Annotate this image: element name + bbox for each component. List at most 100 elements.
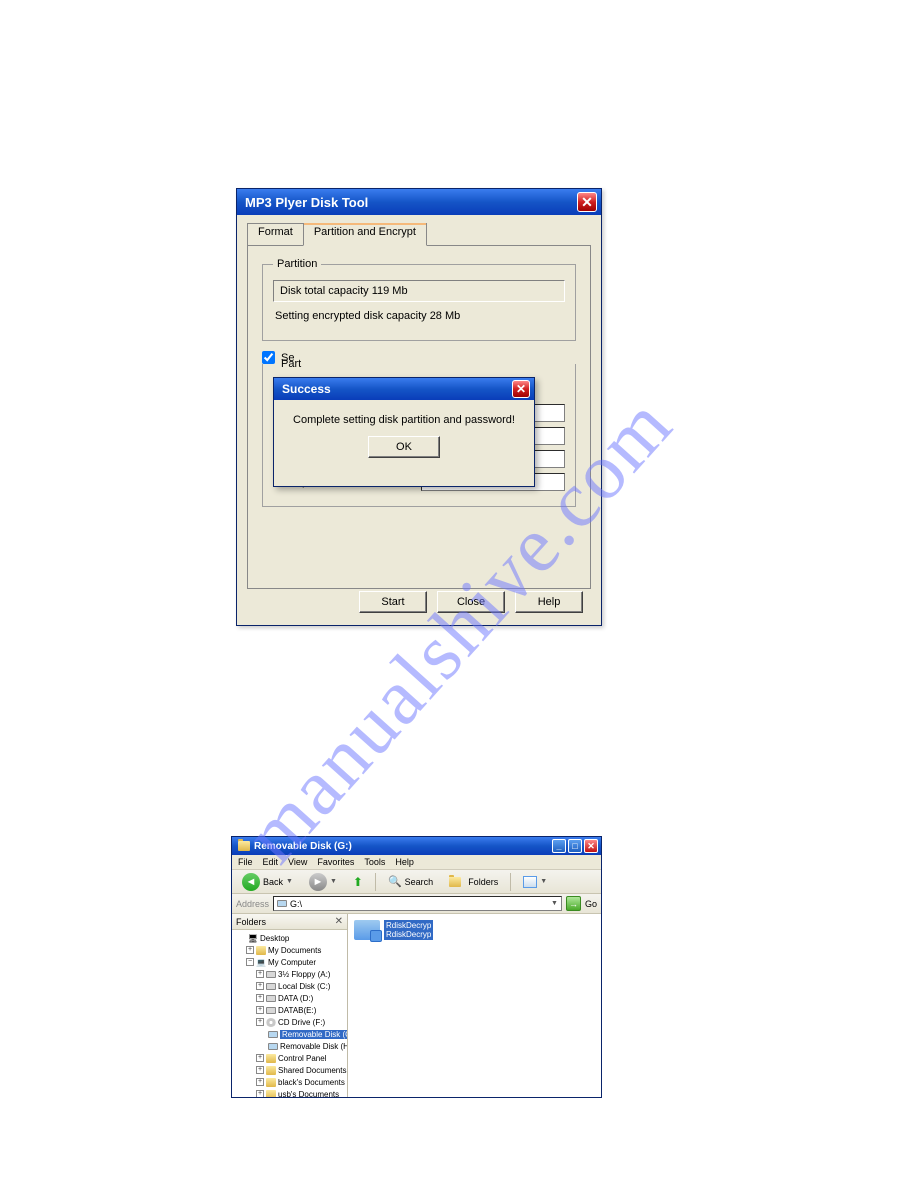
expand-icon[interactable]: + bbox=[256, 1054, 264, 1062]
help-button[interactable]: Help bbox=[515, 591, 583, 613]
menu-favorites[interactable]: Favorites bbox=[317, 857, 354, 867]
folders-button[interactable]: Folders bbox=[443, 874, 504, 890]
tree-remg[interactable]: Removable Disk (G:) bbox=[234, 1028, 345, 1040]
close-icon[interactable]: ✕ bbox=[335, 916, 343, 927]
address-bar: Address G:\ ▼ → Go bbox=[232, 894, 601, 914]
folders-panel-header: Folders ✕ bbox=[232, 914, 347, 930]
back-button[interactable]: ◄ Back ▼ bbox=[236, 870, 299, 894]
tree-cdf[interactable]: +CD Drive (F:) bbox=[234, 1016, 345, 1028]
menu-tools[interactable]: Tools bbox=[364, 857, 385, 867]
disk-tool-titlebar[interactable]: MP3 Plyer Disk Tool ✕ bbox=[237, 189, 601, 215]
chevron-down-icon: ▼ bbox=[286, 878, 293, 885]
start-button[interactable]: Start bbox=[359, 591, 427, 613]
address-value: G:\ bbox=[290, 899, 302, 909]
drive-icon bbox=[266, 995, 276, 1002]
tree-blacks[interactable]: +black's Documents bbox=[234, 1076, 345, 1088]
tab-partition-encrypt[interactable]: Partition and Encrypt bbox=[303, 223, 427, 246]
encrypted-capacity: Setting encrypted disk capacity 28 Mb bbox=[273, 306, 565, 326]
collapse-icon[interactable]: − bbox=[246, 958, 254, 966]
menu-bar: File Edit View Favorites Tools Help bbox=[232, 855, 601, 870]
folder-tree[interactable]: 🖥Desktop +My Documents −💻My Computer +3½… bbox=[232, 930, 347, 1097]
views-button[interactable]: ▼ bbox=[517, 873, 553, 891]
folder-icon bbox=[266, 1078, 276, 1087]
explorer-titlebar[interactable]: Removable Disk (G:) _ □ ✕ bbox=[232, 837, 601, 855]
tab-format[interactable]: Format bbox=[247, 223, 304, 245]
expand-icon[interactable]: + bbox=[256, 1018, 264, 1026]
up-button[interactable]: ⬆ bbox=[347, 872, 369, 892]
tree-mycomp[interactable]: −💻My Computer bbox=[234, 956, 345, 968]
folder-icon bbox=[238, 841, 250, 851]
disk-tool-title: MP3 Plyer Disk Tool bbox=[245, 195, 368, 210]
tree-cpanel[interactable]: +Control Panel bbox=[234, 1052, 345, 1064]
search-button[interactable]: 🔍 Search bbox=[382, 872, 439, 891]
removable-drive-icon bbox=[268, 1031, 278, 1038]
toolbar: ◄ Back ▼ ► ▼ ⬆ 🔍 Search Folders ▼ bbox=[232, 870, 601, 894]
address-field[interactable]: G:\ ▼ bbox=[273, 896, 562, 911]
tree-remh[interactable]: Removable Disk (H:) bbox=[234, 1040, 345, 1052]
cd-icon bbox=[266, 1018, 276, 1027]
menu-file[interactable]: File bbox=[238, 857, 253, 867]
computer-icon: 💻 bbox=[256, 958, 266, 967]
minimize-icon[interactable]: _ bbox=[552, 839, 566, 853]
tree-floppy[interactable]: +3½ Floppy (A:) bbox=[234, 968, 345, 980]
tree-localc[interactable]: +Local Disk (C:) bbox=[234, 980, 345, 992]
address-label: Address bbox=[236, 899, 269, 909]
password-legend: Part bbox=[277, 358, 305, 370]
close-button[interactable]: Close bbox=[437, 591, 505, 613]
partition-legend: Partition bbox=[273, 258, 321, 270]
ok-button[interactable]: OK bbox=[368, 436, 440, 458]
success-titlebar[interactable]: Success ✕ bbox=[274, 378, 534, 400]
tree-desktop[interactable]: 🖥Desktop bbox=[234, 932, 345, 944]
forward-icon: ► bbox=[309, 873, 327, 891]
menu-edit[interactable]: Edit bbox=[263, 857, 279, 867]
forward-button[interactable]: ► ▼ bbox=[303, 870, 343, 894]
success-dialog: Success ✕ Complete setting disk partitio… bbox=[273, 377, 535, 487]
file-item[interactable]: RdiskDecryp RdiskDecryp bbox=[354, 920, 433, 940]
menu-view[interactable]: View bbox=[288, 857, 307, 867]
expand-icon[interactable]: + bbox=[256, 970, 264, 978]
tree-datad[interactable]: +DATA (D:) bbox=[234, 992, 345, 1004]
close-icon[interactable]: ✕ bbox=[584, 839, 598, 853]
explorer-window: Removable Disk (G:) _ □ ✕ File Edit View… bbox=[231, 836, 602, 1098]
chevron-down-icon[interactable]: ▼ bbox=[551, 900, 558, 907]
expand-icon[interactable]: + bbox=[256, 994, 264, 1002]
tree-mydocs[interactable]: +My Documents bbox=[234, 944, 345, 956]
chevron-down-icon: ▼ bbox=[540, 878, 547, 885]
partition-group: Partition Disk total capacity 119 Mb Set… bbox=[262, 258, 576, 341]
drive-icon bbox=[266, 1007, 276, 1014]
tree-usbs[interactable]: +usb's Documents bbox=[234, 1088, 345, 1097]
folders-panel-title: Folders bbox=[236, 917, 266, 927]
folders-panel: Folders ✕ 🖥Desktop +My Documents −💻My Co… bbox=[232, 914, 348, 1097]
close-icon[interactable]: ✕ bbox=[577, 192, 597, 212]
folder-icon bbox=[266, 1066, 276, 1075]
search-label: Search bbox=[405, 877, 434, 887]
back-icon: ◄ bbox=[242, 873, 260, 891]
expand-icon[interactable]: + bbox=[256, 982, 264, 990]
views-icon bbox=[523, 876, 537, 888]
expand-icon[interactable]: + bbox=[256, 1066, 264, 1074]
expand-icon[interactable]: + bbox=[256, 1078, 264, 1086]
disk-tool-window: MP3 Plyer Disk Tool ✕ Format Partition a… bbox=[236, 188, 602, 626]
maximize-icon[interactable]: □ bbox=[568, 839, 582, 853]
drive-icon bbox=[266, 983, 276, 990]
drive-icon bbox=[277, 900, 287, 907]
close-icon[interactable]: ✕ bbox=[512, 380, 530, 398]
explorer-title: Removable Disk (G:) bbox=[254, 841, 352, 852]
go-button[interactable]: → bbox=[566, 896, 581, 911]
tree-shared[interactable]: +Shared Documents bbox=[234, 1064, 345, 1076]
button-bar: Start Close Help bbox=[359, 591, 583, 613]
tree-databe[interactable]: +DATAB(E:) bbox=[234, 1004, 345, 1016]
menu-help[interactable]: Help bbox=[395, 857, 414, 867]
expand-icon[interactable]: + bbox=[246, 946, 254, 954]
folder-icon bbox=[266, 1054, 276, 1063]
folder-icon bbox=[449, 877, 461, 887]
tabs: Format Partition and Encrypt bbox=[247, 223, 591, 245]
expand-icon[interactable]: + bbox=[256, 1090, 264, 1097]
folder-icon bbox=[266, 1090, 276, 1098]
back-label: Back bbox=[263, 877, 283, 887]
folders-label: Folders bbox=[468, 877, 498, 887]
expand-icon[interactable]: + bbox=[256, 1006, 264, 1014]
up-icon: ⬆ bbox=[353, 875, 363, 889]
application-icon bbox=[354, 920, 380, 940]
content-pane[interactable]: RdiskDecryp RdiskDecryp bbox=[348, 914, 601, 1097]
